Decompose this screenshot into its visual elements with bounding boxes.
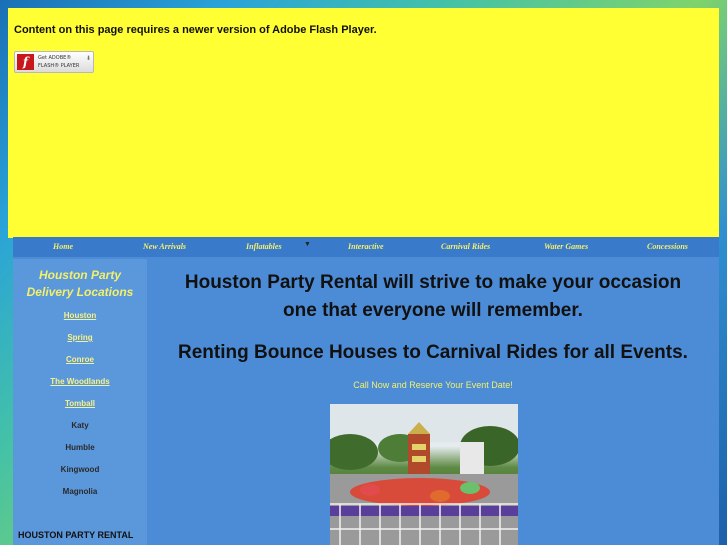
site-container: Home New Arrivals Inflatables ▼ Interact… xyxy=(13,237,719,545)
flash-badge-line2: FLASH® PLAYER xyxy=(38,63,80,69)
download-arrow-icon: ⬇ xyxy=(85,56,91,62)
headline-line1: Houston Party Rental will strive to make… xyxy=(184,272,682,293)
sidebar-link-conroe[interactable]: Conroe xyxy=(13,355,147,364)
carnival-ride-photo xyxy=(330,404,518,545)
nav-home[interactable]: Home xyxy=(53,242,73,251)
get-flash-player-button[interactable]: f Get ADOBE® FLASH® PLAYER ⬇ xyxy=(14,51,94,73)
call-to-action: Call Now and Reserve Your Event Date! xyxy=(353,380,513,390)
nav-interactive[interactable]: Interactive xyxy=(348,242,384,251)
sidebar-link-spring[interactable]: Spring xyxy=(13,333,147,342)
main-nav: Home New Arrivals Inflatables ▼ Interact… xyxy=(13,237,719,257)
nav-carnival-rides[interactable]: Carnival Rides xyxy=(441,242,490,251)
flash-placeholder: Content on this page requires a newer ve… xyxy=(8,8,719,238)
nav-water-games[interactable]: Water Games xyxy=(544,242,588,251)
headline-line2: one that everyone will remember. xyxy=(283,300,583,321)
sidebar-title-line2: Delivery Locations xyxy=(26,285,134,299)
sidebar-item-humble: Humble xyxy=(65,443,95,452)
sidebar-link-tomball[interactable]: Tomball xyxy=(13,399,147,408)
sidebar: Houston Party Delivery Locations Houston… xyxy=(13,259,147,545)
sidebar-link-houston[interactable]: Houston xyxy=(13,311,147,320)
flash-badge-line1: Get ADOBE® xyxy=(38,55,72,61)
nav-concessions[interactable]: Concessions xyxy=(647,242,688,251)
subheadline: Renting Bounce Houses to Carnival Rides … xyxy=(178,342,688,363)
sidebar-item-katy: Katy xyxy=(71,421,89,430)
nav-inflatables[interactable]: Inflatables xyxy=(246,242,282,251)
flash-logo-icon: f xyxy=(17,54,34,70)
dropdown-caret-icon[interactable]: ▼ xyxy=(304,241,311,248)
sidebar-title-line1: Houston Party xyxy=(38,268,121,282)
sidebar-item-magnolia: Magnolia xyxy=(62,487,98,496)
sidebar-title: Houston Party Delivery Locations xyxy=(13,267,147,301)
carnival-ride-illustration xyxy=(330,404,518,545)
sidebar-footer: HOUSTON PARTY RENTAL xyxy=(18,530,134,540)
sidebar-item-kingwood: Kingwood xyxy=(60,465,100,474)
flash-message: Content on this page requires a newer ve… xyxy=(14,24,377,36)
sidebar-link-the-woodlands[interactable]: The Woodlands xyxy=(13,377,147,386)
nav-new-arrivals[interactable]: New Arrivals xyxy=(143,242,186,251)
